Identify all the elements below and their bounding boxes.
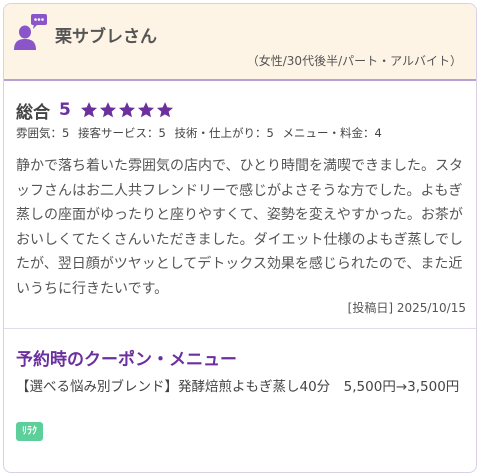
reviewer-meta: （女性/30代後半/パート・アルバイト） [246, 54, 462, 68]
section-divider [4, 328, 476, 329]
sub-rating-atmosphere: 雰囲気：5 [16, 126, 70, 140]
star-rating [80, 101, 175, 119]
sub-ratings: 雰囲気：5 接客サービス：5 技術・仕上がり：5 メニュー・料金：4 [16, 125, 387, 141]
review-header: 栗サブレさん （女性/30代後半/パート・アルバイト） [4, 4, 476, 81]
star-icon [80, 102, 97, 118]
star-icon [137, 102, 154, 118]
sub-rating-menu: メニュー・料金：4 [282, 126, 382, 140]
user-comment-icon [14, 14, 47, 50]
overall-rating: 総合 5 [16, 98, 175, 123]
star-icon [99, 102, 116, 118]
reviewer-name: 栗サブレさん [55, 27, 157, 47]
sub-rating-service: 接客サービス：5 [77, 126, 166, 140]
review-card: 栗サブレさん （女性/30代後半/パート・アルバイト） 総合 5 雰囲気：5 接… [3, 3, 477, 473]
overall-label: 総合 [16, 102, 50, 123]
star-icon [156, 102, 173, 118]
post-date: [投稿日] 2025/10/15 [347, 301, 466, 315]
category-tag: ﾘﾗｸ [16, 422, 43, 441]
coupon-menu-link[interactable]: 【選べる悩み別ブレンド】発酵焙煎よもぎ蒸し40分 5,500円→3,500円 [16, 377, 466, 398]
review-body: 静かで落ち着いた雰囲気の店内で、ひとり時間を満喫できました。スタッフさんはお二人… [16, 158, 464, 297]
coupon-section-title: 予約時のクーポン・メニュー [16, 350, 237, 370]
sub-rating-technique: 技術・仕上がり：5 [174, 126, 274, 140]
overall-score: 5 [59, 100, 71, 120]
star-icon [118, 102, 135, 118]
